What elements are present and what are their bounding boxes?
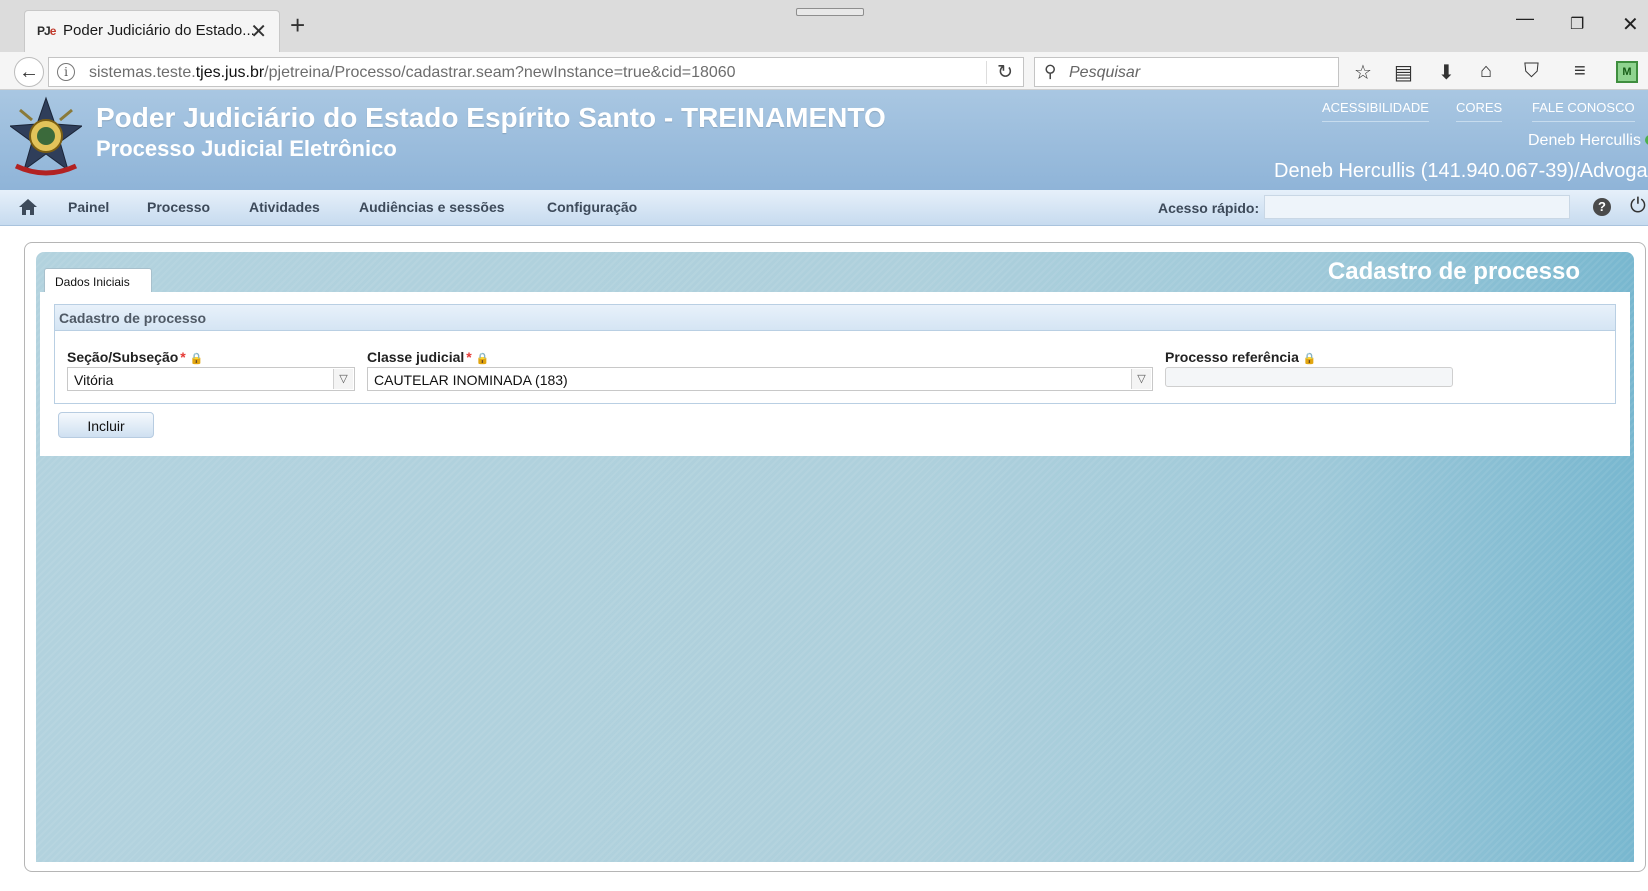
lock-icon: 🔒 [189, 353, 204, 365]
required-mark: * [466, 349, 472, 365]
secao-label: Seção/Subseção * 🔒 [67, 349, 204, 365]
url-text[interactable]: sistemas.teste.tjes.jus.br/pjetreina/Pro… [89, 64, 736, 82]
browser-navbar: ← i sistemas.teste.tjes.jus.br/pjetreina… [0, 52, 1648, 90]
new-tab-icon[interactable]: + [290, 12, 305, 38]
hamburger-menu-icon[interactable]: ≡ [1574, 60, 1586, 83]
menu-item-processo[interactable]: Processo [147, 199, 210, 215]
lock-icon: 🔒 [1302, 353, 1317, 365]
required-mark: * [180, 349, 186, 365]
tab-dados-iniciais[interactable]: Dados Iniciais [44, 268, 152, 292]
main-panel: Cadastro de processo Dados Iniciais Cada… [36, 252, 1634, 862]
link-fale-conosco[interactable]: FALE CONOSCO [1532, 100, 1635, 122]
main-menu: Painel Processo Atividades Audiências e … [0, 190, 1648, 226]
tab-close-icon[interactable]: ✕ [250, 19, 267, 44]
chevron-down-icon[interactable]: ▽ [333, 369, 353, 389]
window-drag-handle[interactable] [796, 8, 864, 16]
link-cores[interactable]: CORES [1456, 100, 1503, 122]
site-header: Poder Judiciário do Estado Espírito Sant… [0, 90, 1648, 190]
lock-icon: 🔒 [475, 353, 490, 365]
browser-tab[interactable]: PJe Poder Judiciário do Estado... ✕ [24, 10, 280, 52]
classe-select[interactable]: CAUTELAR INOMINADA (183) ▽ [367, 367, 1153, 391]
processo-referencia-input[interactable] [1165, 367, 1453, 387]
coat-of-arms-logo [10, 96, 82, 176]
site-subtitle: Processo Judicial Eletrônico [96, 136, 397, 161]
bookmark-star-icon[interactable]: ☆ [1354, 60, 1372, 85]
minimize-icon[interactable]: — [1516, 8, 1534, 29]
menu-item-painel[interactable]: Painel [68, 199, 109, 215]
page-title: Cadastro de processo [1327, 258, 1580, 285]
help-icon[interactable]: ? [1593, 198, 1611, 216]
section-title: Cadastro de processo [55, 305, 1615, 331]
search-placeholder: Pesquisar [1069, 64, 1141, 81]
tab-title: Poder Judiciário do Estado... [63, 22, 255, 39]
download-icon[interactable]: ⬇ [1438, 60, 1455, 85]
back-arrow-icon[interactable]: ← [14, 57, 44, 87]
restore-icon[interactable]: ❐ [1570, 14, 1584, 34]
classe-label: Classe judicial * 🔒 [367, 349, 490, 365]
pje-favicon-icon: PJe [37, 24, 56, 38]
reading-list-icon[interactable]: ▤ [1394, 60, 1413, 85]
extension-icon[interactable]: M [1616, 61, 1638, 83]
browser-search-input[interactable]: ⚲ Pesquisar [1034, 57, 1339, 87]
quick-access-input[interactable] [1264, 195, 1570, 219]
cadastro-fieldset: Cadastro de processo Seção/Subseção * 🔒 Vi… [54, 304, 1616, 404]
form-card: Cadastro de processo Seção/Subseção * 🔒 Vi… [40, 292, 1630, 456]
pocket-icon[interactable]: ⛉ [1524, 60, 1539, 83]
link-acessibilidade[interactable]: ACESSIBILIDADE [1322, 100, 1429, 122]
logout-power-icon[interactable]: ⏻ [1630, 195, 1646, 218]
url-bar[interactable]: i sistemas.teste.tjes.jus.br/pjetreina/P… [48, 57, 1024, 87]
site-title: Poder Judiciário do Estado Espírito Sant… [96, 102, 886, 133]
home-icon[interactable] [18, 197, 38, 217]
secao-select[interactable]: Vitória ▽ [67, 367, 355, 391]
incluir-button[interactable]: Incluir [58, 412, 154, 438]
menu-item-audiencias[interactable]: Audiências e sessões [359, 199, 505, 215]
menu-item-atividades[interactable]: Atividades [249, 199, 320, 215]
menu-item-configuracao[interactable]: Configuração [547, 199, 637, 215]
referencia-label: Processo referência 🔒 [1165, 349, 1317, 365]
site-info-icon[interactable]: i [57, 63, 75, 81]
browser-tabbar: PJe Poder Judiciário do Estado... ✕ + — … [0, 0, 1648, 52]
search-icon: ⚲ [1044, 62, 1057, 81]
user-name-short[interactable]: Deneb Hercullis [1528, 132, 1648, 150]
reload-icon[interactable]: ↻ [986, 61, 1013, 84]
quick-access-label: Acesso rápido: [1158, 200, 1260, 216]
user-profile[interactable]: Deneb Hercullis (141.940.067-39)/Advogad… [1274, 160, 1648, 183]
home-browser-icon[interactable]: ⌂ [1480, 60, 1492, 83]
chevron-down-icon[interactable]: ▽ [1131, 369, 1151, 389]
window-close-icon[interactable]: ✕ [1622, 12, 1639, 37]
